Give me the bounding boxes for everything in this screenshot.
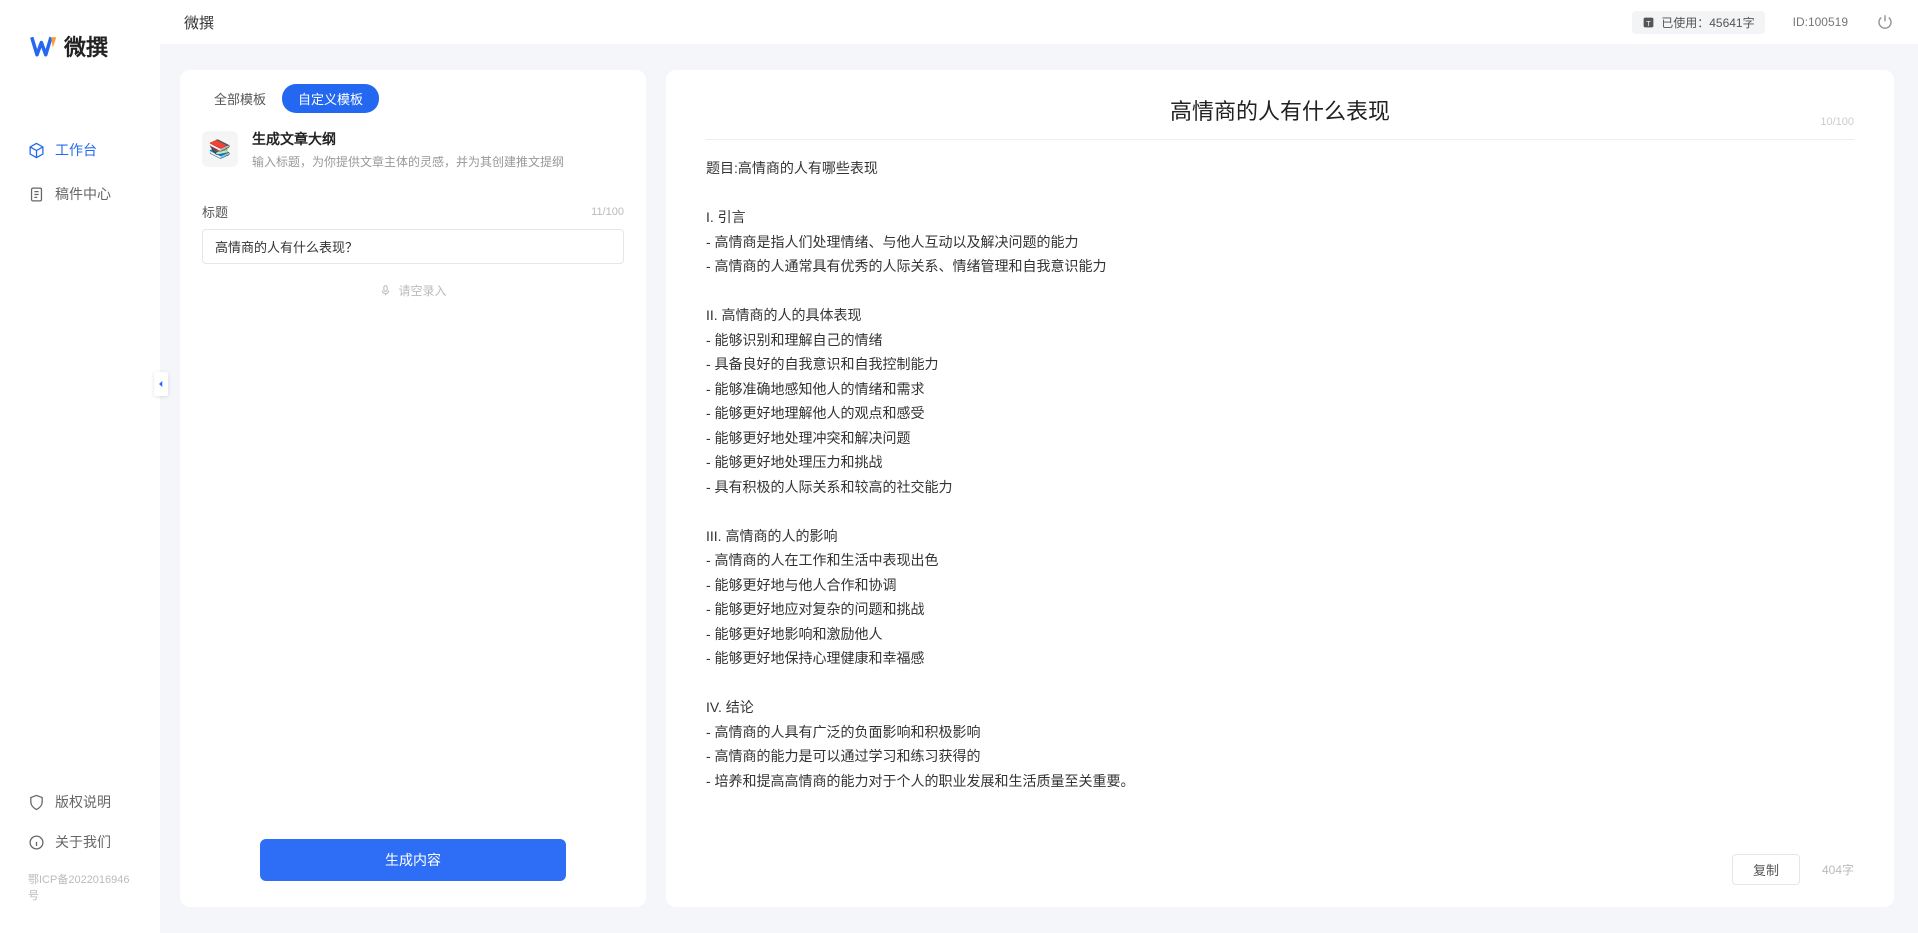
user-id: ID:100519 — [1793, 15, 1848, 29]
usage-badge: T 已使用：45641字 — [1632, 11, 1764, 34]
template-card: 📚 生成文章大纲 输入标题，为你提供文章主体的灵感，并为其创建推文提纲 — [180, 125, 646, 184]
nav-item-about[interactable]: 关于我们 — [0, 826, 160, 858]
nav-item-workbench[interactable]: 工作台 — [0, 132, 160, 168]
left-footer: 生成内容 — [180, 819, 646, 907]
content: 全部模板 自定义模板 📚 生成文章大纲 输入标题，为你提供文章主体的灵感，并为其… — [160, 44, 1918, 933]
usage-label: 已使用： — [1661, 16, 1709, 30]
nav-label: 关于我们 — [55, 832, 111, 852]
mic-icon — [379, 284, 392, 297]
output-panel: 高情商的人有什么表现 10/100 题目:高情商的人有哪些表现 I. 引言 - … — [666, 70, 1894, 907]
title-field-label: 标题 — [202, 202, 228, 221]
icp-text: 鄂ICP备2022016946号 — [0, 866, 160, 913]
sidebar: 微撰 工作台 稿件中心 版权说明 关于我们 鄂ICP备2022016946号 — [0, 0, 160, 933]
topbar: 微撰 T 已使用：45641字 ID:100519 — [160, 0, 1918, 44]
tab-custom-templates[interactable]: 自定义模板 — [282, 84, 379, 113]
topbar-right: T 已使用：45641字 ID:100519 — [1632, 11, 1894, 34]
sidebar-bottom: 版权说明 关于我们 鄂ICP备2022016946号 — [0, 786, 160, 933]
input-panel: 全部模板 自定义模板 📚 生成文章大纲 输入标题，为你提供文章主体的灵感，并为其… — [180, 70, 646, 907]
title-field-counter: 11/100 — [591, 206, 624, 218]
svg-text:T: T — [1646, 18, 1651, 27]
brand-logo: 微撰 — [0, 0, 160, 82]
output-title: 高情商的人有什么表现 — [706, 94, 1854, 126]
page-title: 微撰 — [184, 12, 214, 33]
template-tabs: 全部模板 自定义模板 — [180, 70, 646, 125]
template-desc: 输入标题，为你提供文章主体的灵感，并为其创建推文提纲 — [252, 153, 564, 170]
cube-icon — [28, 142, 45, 159]
shield-icon — [28, 794, 45, 811]
nav: 工作台 稿件中心 — [0, 82, 160, 786]
logo-icon — [30, 32, 58, 60]
nav-label: 版权说明 — [55, 792, 111, 812]
info-icon — [28, 834, 45, 851]
tab-all-templates[interactable]: 全部模板 — [198, 84, 282, 113]
output-footer: 复制 404字 — [666, 838, 1894, 907]
nav-item-drafts[interactable]: 稿件中心 — [0, 176, 160, 212]
template-name: 生成文章大纲 — [252, 129, 564, 149]
output-word-count: 404字 — [1822, 861, 1854, 878]
voice-input-button[interactable]: 请空录入 — [202, 264, 624, 299]
title-input[interactable] — [202, 229, 624, 264]
main-area: 微撰 T 已使用：45641字 ID:100519 全部模板 自定义模板 📚 — [160, 0, 1918, 933]
nav-label: 稿件中心 — [55, 184, 111, 204]
output-body[interactable]: 题目:高情商的人有哪些表现 I. 引言 - 高情商是指人们处理情绪、与他人互动以… — [666, 140, 1894, 838]
output-header: 高情商的人有什么表现 10/100 — [666, 70, 1894, 139]
voice-label: 请空录入 — [398, 282, 446, 299]
brand-name: 微撰 — [64, 30, 108, 62]
usage-value: 45641字 — [1709, 16, 1754, 30]
doc-icon — [28, 186, 45, 203]
output-title-counter: 10/100 — [1820, 116, 1854, 128]
nav-label: 工作台 — [55, 140, 97, 160]
power-icon[interactable] — [1876, 13, 1894, 31]
template-icon: 📚 — [202, 131, 238, 167]
form-area: 标题 11/100 请空录入 — [180, 184, 646, 819]
generate-button[interactable]: 生成内容 — [260, 839, 566, 881]
sidebar-collapse-handle[interactable] — [154, 372, 168, 396]
nav-item-copyright[interactable]: 版权说明 — [0, 786, 160, 818]
chevron-left-icon — [156, 379, 166, 389]
copy-button[interactable]: 复制 — [1732, 854, 1800, 885]
text-icon: T — [1642, 16, 1655, 29]
